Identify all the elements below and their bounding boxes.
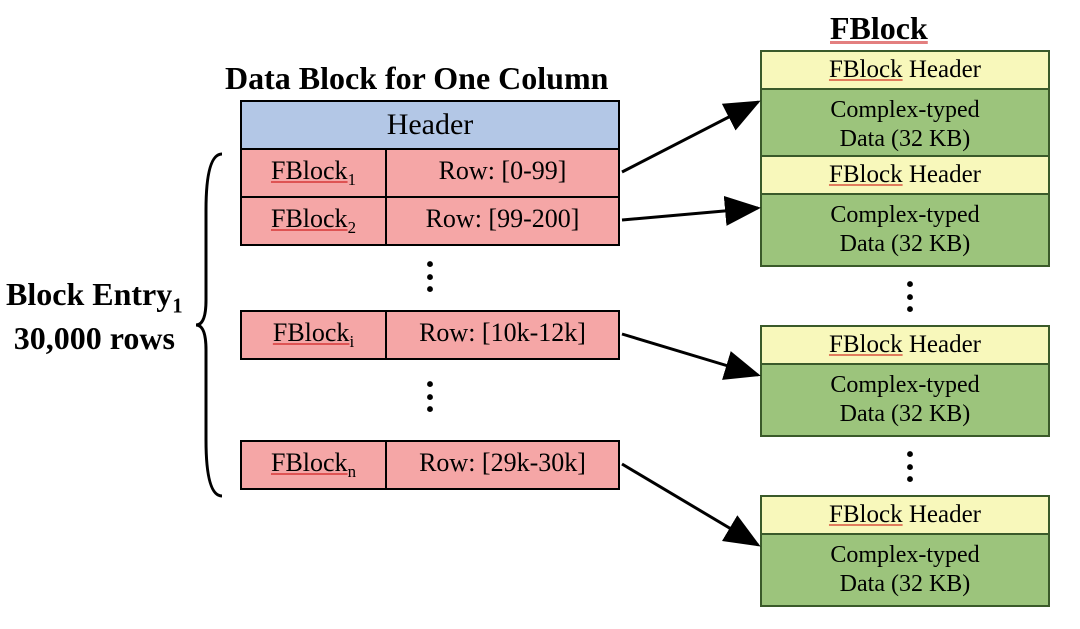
- fblock-title: FBlock: [830, 10, 928, 47]
- row-range-cell: Row: [99-200]: [387, 198, 618, 244]
- fblock-body: Complex-typedData (32 KB): [762, 90, 1048, 160]
- vertical-ellipsis-icon: ···: [895, 278, 925, 316]
- fblock-box: FBlock Header Complex-typedData (32 KB): [760, 495, 1050, 607]
- vertical-ellipsis-icon: ···: [415, 258, 445, 296]
- fblock-header: FBlock Header: [762, 52, 1048, 90]
- fblock-header: FBlock Header: [762, 157, 1048, 195]
- fblock-label-cell: FBlocki: [242, 312, 387, 358]
- fblock-body: Complex-typedData (32 KB): [762, 195, 1048, 265]
- table-row: FBlockn Row: [29k-30k]: [242, 442, 618, 488]
- fblock-box: FBlock Header Complex-typedData (32 KB): [760, 325, 1050, 437]
- data-block-table-mid: FBlocki Row: [10k-12k]: [240, 310, 620, 360]
- table-row: FBlock2 Row: [99-200]: [242, 198, 618, 244]
- vertical-ellipsis-icon: ···: [895, 448, 925, 486]
- fblock-box: FBlock Header Complex-typedData (32 KB): [760, 50, 1050, 162]
- fblock-header: FBlock Header: [762, 497, 1048, 535]
- table-row: FBlocki Row: [10k-12k]: [242, 312, 618, 358]
- datablock-title: Data Block for One Column: [225, 60, 608, 97]
- block-entry-label: Block Entry1 30,000 rows: [6, 275, 183, 358]
- fblock-label-cell: FBlock2: [242, 198, 387, 244]
- fblock-body: Complex-typedData (32 KB): [762, 535, 1048, 605]
- brace-icon: [192, 150, 232, 500]
- fblock-label-cell: FBlock1: [242, 150, 387, 196]
- data-block-table-top: Header FBlock1 Row: [0-99] FBlock2 Row: …: [240, 100, 620, 246]
- fblock-header: FBlock Header: [762, 327, 1048, 365]
- fblock-label-cell: FBlockn: [242, 442, 387, 488]
- fblock-body: Complex-typedData (32 KB): [762, 365, 1048, 435]
- data-block-table-bot: FBlockn Row: [29k-30k]: [240, 440, 620, 490]
- row-range-cell: Row: [29k-30k]: [387, 442, 618, 488]
- table-row: FBlock1 Row: [0-99]: [242, 150, 618, 198]
- fblock-box: FBlock Header Complex-typedData (32 KB): [760, 155, 1050, 267]
- data-block-header: Header: [242, 102, 618, 150]
- row-range-cell: Row: [10k-12k]: [387, 312, 618, 358]
- vertical-ellipsis-icon: ···: [415, 378, 445, 416]
- row-range-cell: Row: [0-99]: [387, 150, 618, 196]
